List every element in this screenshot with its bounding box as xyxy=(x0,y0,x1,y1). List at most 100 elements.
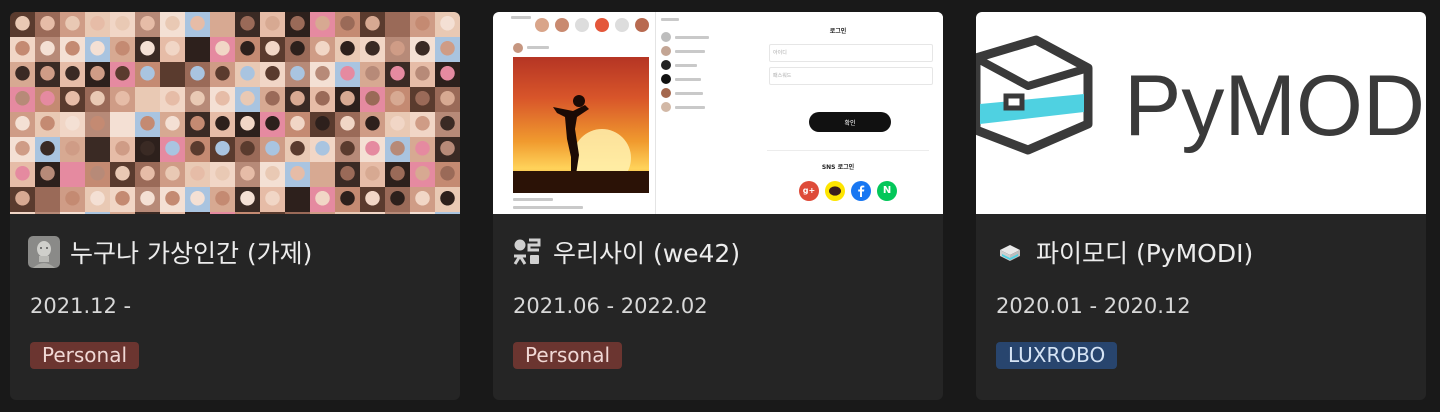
face-tile xyxy=(210,212,235,214)
face-tile xyxy=(360,187,385,212)
face-tile xyxy=(410,137,435,162)
face-tile xyxy=(135,12,160,37)
face-tile xyxy=(285,162,310,187)
face-tile xyxy=(85,187,110,212)
svg-text:PyMOD: PyMOD xyxy=(1124,58,1425,154)
face-tile xyxy=(135,112,160,137)
face-tile xyxy=(310,37,335,62)
project-card-virtual-human[interactable]: 누구나 가상인간 (가제) 2021.12 - Personal xyxy=(10,12,460,400)
face-tile xyxy=(335,12,360,37)
card-cover-face-mosaic xyxy=(10,12,460,214)
card-title[interactable]: 파이모디 (PyMODI) xyxy=(994,236,1253,268)
face-tile xyxy=(285,187,310,212)
face-tile xyxy=(160,187,185,212)
face-tile xyxy=(285,137,310,162)
face-tile xyxy=(160,12,185,37)
face-tile xyxy=(210,187,235,212)
project-card-we42[interactable]: 로그인 아이디 패스워드 확인 SNS 로그인 g+ N 우리사이 (we42)… xyxy=(493,12,943,400)
face-tile xyxy=(410,87,435,112)
face-tile xyxy=(210,112,235,137)
face-tile xyxy=(10,212,35,214)
face-tile xyxy=(310,62,335,87)
mockup-feed-panel xyxy=(503,12,656,214)
face-tile xyxy=(385,112,410,137)
face-tile xyxy=(210,12,235,37)
face-tile xyxy=(185,37,210,62)
tag-badge: Personal xyxy=(30,342,140,369)
face-mosaic-image xyxy=(10,12,460,214)
card-cover-app-mockup: 로그인 아이디 패스워드 확인 SNS 로그인 g+ N xyxy=(493,12,943,214)
face-tile xyxy=(435,62,460,87)
face-tile xyxy=(35,62,60,87)
face-tile xyxy=(435,12,460,37)
face-tile xyxy=(60,187,85,212)
face-tile xyxy=(260,162,285,187)
face-tile xyxy=(310,162,335,187)
face-tile xyxy=(360,212,385,214)
face-tile xyxy=(285,12,310,37)
face-tile xyxy=(435,137,460,162)
pymodi-cube-icon xyxy=(994,236,1026,268)
face-tile xyxy=(235,87,260,112)
card-title-text: 누구나 가상인간 (가제) xyxy=(70,239,313,268)
face-tile xyxy=(360,112,385,137)
face-tile xyxy=(235,162,260,187)
face-tile xyxy=(185,87,210,112)
face-tile xyxy=(410,12,435,37)
face-tile xyxy=(435,112,460,137)
mockup-suggestion-list xyxy=(655,12,734,214)
face-tile xyxy=(285,87,310,112)
face-tile xyxy=(60,137,85,162)
card-title[interactable]: 우리사이 (we42) xyxy=(511,236,740,268)
face-tile xyxy=(60,212,85,214)
face-tile xyxy=(310,212,335,214)
we42-logo-icon xyxy=(511,236,543,268)
card-title-text: 파이모디 (PyMODI) xyxy=(1036,239,1254,268)
face-tile xyxy=(360,87,385,112)
face-tile xyxy=(360,37,385,62)
face-tile xyxy=(210,37,235,62)
face-tile xyxy=(410,187,435,212)
face-tile xyxy=(260,112,285,137)
face-tile xyxy=(435,187,460,212)
face-tile xyxy=(235,187,260,212)
project-card-pymodi[interactable]: PyMOD 파이모디 (PyMODI) 2020.01 - 2020.12 LU… xyxy=(976,12,1426,400)
face-tile xyxy=(410,212,435,214)
face-tile xyxy=(185,212,210,214)
face-tile xyxy=(10,62,35,87)
card-title[interactable]: 누구나 가상인간 (가제) xyxy=(28,236,312,268)
face-tile xyxy=(235,12,260,37)
face-tile xyxy=(85,87,110,112)
face-tile xyxy=(160,112,185,137)
face-tile xyxy=(335,137,360,162)
face-tile xyxy=(160,87,185,112)
card-date: 2021.12 - xyxy=(30,294,132,318)
card-date: 2020.01 - 2020.12 xyxy=(996,294,1191,318)
face-tile xyxy=(110,212,135,214)
face-tile xyxy=(85,37,110,62)
face-tile xyxy=(110,62,135,87)
face-tile xyxy=(335,37,360,62)
mockup-login-panel: 로그인 아이디 패스워드 확인 SNS 로그인 g+ N xyxy=(733,12,943,214)
face-tile xyxy=(35,212,60,214)
face-tile xyxy=(310,187,335,212)
face-tile xyxy=(310,137,335,162)
face-tile xyxy=(385,87,410,112)
face-tile xyxy=(285,112,310,137)
face-tile xyxy=(35,37,60,62)
face-tile xyxy=(160,37,185,62)
face-tile xyxy=(410,112,435,137)
face-tile xyxy=(260,62,285,87)
face-tile xyxy=(60,37,85,62)
face-tile xyxy=(410,162,435,187)
face-tile xyxy=(410,62,435,87)
face-tile xyxy=(260,37,285,62)
face-tile xyxy=(235,212,260,214)
face-tile xyxy=(10,87,35,112)
face-tile xyxy=(35,112,60,137)
face-tile xyxy=(385,12,410,37)
face-tile xyxy=(335,62,360,87)
face-tile xyxy=(285,37,310,62)
facebook-icon xyxy=(851,181,871,201)
face-tile xyxy=(360,137,385,162)
